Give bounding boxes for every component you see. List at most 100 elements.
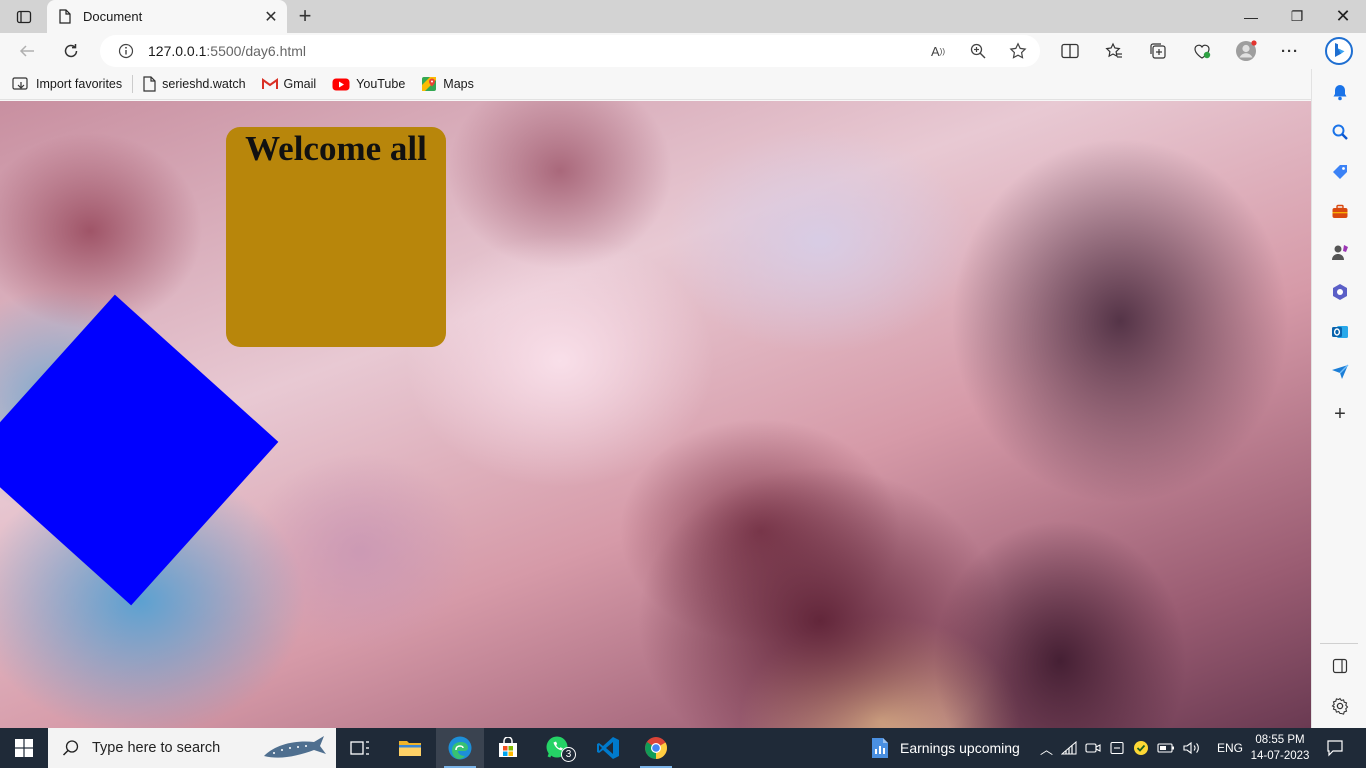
- tab-document[interactable]: Document ✕: [47, 0, 287, 33]
- url-path: :5500/day6.html: [206, 43, 307, 59]
- clock-time: 08:55 PM: [1255, 734, 1305, 746]
- sidebar-divider: [1320, 643, 1358, 644]
- news-widget[interactable]: Earnings upcoming: [870, 728, 1020, 768]
- favorite-label: Gmail: [283, 77, 317, 91]
- file-explorer-button[interactable]: [386, 728, 434, 768]
- sidebar-settings-icon[interactable]: [1329, 695, 1351, 717]
- windows-icon: [15, 739, 33, 757]
- browser-essentials-icon[interactable]: [1186, 37, 1218, 65]
- battery-icon[interactable]: [1157, 742, 1175, 754]
- profile-avatar[interactable]: [1230, 37, 1262, 65]
- network-icon[interactable]: [1061, 741, 1077, 755]
- restore-button[interactable]: ❐: [1274, 0, 1320, 33]
- close-window-button[interactable]: ✕: [1320, 0, 1366, 33]
- chrome-button[interactable]: [632, 728, 680, 768]
- bing-copilot-button[interactable]: [1322, 33, 1356, 69]
- whatsapp-badge: 3: [561, 747, 576, 762]
- collections-icon[interactable]: [1142, 37, 1174, 65]
- info-icon[interactable]: [118, 43, 134, 59]
- refresh-icon: [64, 44, 78, 58]
- favorites-divider: [132, 75, 134, 93]
- title-bar: Document ✕ + — ❐ ✕: [0, 0, 1366, 33]
- start-button[interactable]: [0, 728, 48, 768]
- shopping-icon[interactable]: [1329, 161, 1351, 183]
- tablet-mode-icon[interactable]: [1109, 741, 1125, 755]
- notification-icon: [1327, 740, 1343, 757]
- refresh-button[interactable]: [56, 37, 86, 65]
- add-sidebar-app-icon[interactable]: +: [1329, 403, 1351, 425]
- clock[interactable]: 08:55 PM 14-07-2023: [1248, 732, 1312, 764]
- edge-sidebar: +: [1311, 69, 1366, 728]
- search-placeholder: Type here to search: [92, 740, 221, 756]
- split-screen-icon[interactable]: [1054, 37, 1086, 65]
- taskbar-search[interactable]: Type here to search: [48, 728, 336, 768]
- close-tab-icon[interactable]: ✕: [259, 5, 283, 29]
- notifications-icon[interactable]: [1329, 81, 1351, 103]
- show-hidden-icons-icon[interactable]: ︿: [1040, 739, 1053, 758]
- favorites-bar: Import favorites serieshd.watch Gmail Yo…: [0, 69, 1366, 100]
- stock-news-icon: [872, 738, 888, 758]
- hide-sidebar-icon[interactable]: [1329, 655, 1351, 677]
- store-button[interactable]: [484, 728, 532, 768]
- favorite-gmail[interactable]: Gmail: [261, 77, 317, 91]
- youtube-icon: [332, 78, 350, 90]
- welcome-heading: Welcome all: [245, 129, 427, 168]
- vscode-button[interactable]: [584, 728, 632, 768]
- search-icon[interactable]: [1329, 121, 1351, 143]
- favorite-label: YouTube: [356, 77, 406, 91]
- favorite-youtube[interactable]: YouTube: [332, 77, 405, 91]
- notification-center-button[interactable]: [1320, 728, 1350, 768]
- url-text[interactable]: 127.0.0.1:5500/day6.html: [148, 43, 306, 59]
- page-icon: [143, 76, 156, 92]
- favorite-serieshd[interactable]: serieshd.watch: [143, 76, 246, 92]
- minimize-button[interactable]: —: [1228, 0, 1274, 33]
- whale-shark-icon: [264, 736, 326, 758]
- page-icon: [59, 9, 71, 24]
- microsoft365-icon[interactable]: [1329, 281, 1351, 303]
- games-icon[interactable]: [1329, 241, 1351, 263]
- import-icon: [12, 77, 28, 90]
- favorite-maps[interactable]: Maps: [421, 76, 474, 92]
- outlook-icon[interactable]: [1329, 321, 1351, 343]
- back-button[interactable]: [12, 37, 42, 65]
- tab-actions-icon: [16, 10, 32, 24]
- url-host: 127.0.0.1: [148, 43, 207, 59]
- more-menu-icon[interactable]: ···: [1274, 37, 1306, 65]
- address-bar[interactable]: 127.0.0.1:5500/day6.html A)): [100, 35, 1040, 67]
- taskbar: Type here to search 3 Earnings upcoming …: [0, 728, 1366, 768]
- gmail-icon: [261, 78, 278, 89]
- favorite-import[interactable]: Import favorites: [12, 76, 122, 92]
- whatsapp-button[interactable]: 3: [534, 728, 582, 768]
- edge-button[interactable]: [436, 728, 484, 768]
- meet-now-icon[interactable]: [1085, 741, 1101, 755]
- tools-icon[interactable]: [1329, 201, 1351, 223]
- new-tab-button[interactable]: +: [292, 3, 318, 28]
- volume-icon[interactable]: [1183, 741, 1201, 755]
- bing-icon: [1325, 37, 1353, 65]
- maps-icon: [422, 77, 437, 91]
- page-viewport: Welcome all: [0, 101, 1311, 728]
- folder-icon: [399, 741, 421, 756]
- news-text: Earnings upcoming: [900, 740, 1020, 756]
- task-view-icon: [350, 741, 369, 755]
- read-aloud-icon[interactable]: A)): [928, 41, 948, 61]
- clock-date: 14-07-2023: [1250, 750, 1310, 762]
- zoom-icon[interactable]: [968, 41, 988, 61]
- task-view-button[interactable]: [336, 728, 384, 768]
- favorites-icon[interactable]: [1098, 37, 1130, 65]
- vscode-icon: [597, 737, 619, 759]
- language-indicator[interactable]: ENG: [1217, 741, 1243, 755]
- welcome-box: Welcome all: [226, 127, 446, 347]
- edge-icon: [448, 736, 472, 760]
- favorite-label: Maps: [443, 77, 474, 91]
- favorite-star-icon[interactable]: [1008, 41, 1028, 61]
- tab-actions-button[interactable]: [10, 6, 38, 28]
- norton-icon[interactable]: [1133, 740, 1149, 756]
- favorite-label: Import favorites: [36, 77, 123, 91]
- drop-icon[interactable]: [1329, 361, 1351, 383]
- window-controls: — ❐ ✕: [1228, 0, 1366, 33]
- navigation-toolbar: 127.0.0.1:5500/day6.html A)) ···: [0, 33, 1366, 69]
- tab-title: Document: [83, 9, 143, 24]
- chrome-icon: [645, 737, 667, 759]
- back-arrow-icon: [19, 45, 34, 57]
